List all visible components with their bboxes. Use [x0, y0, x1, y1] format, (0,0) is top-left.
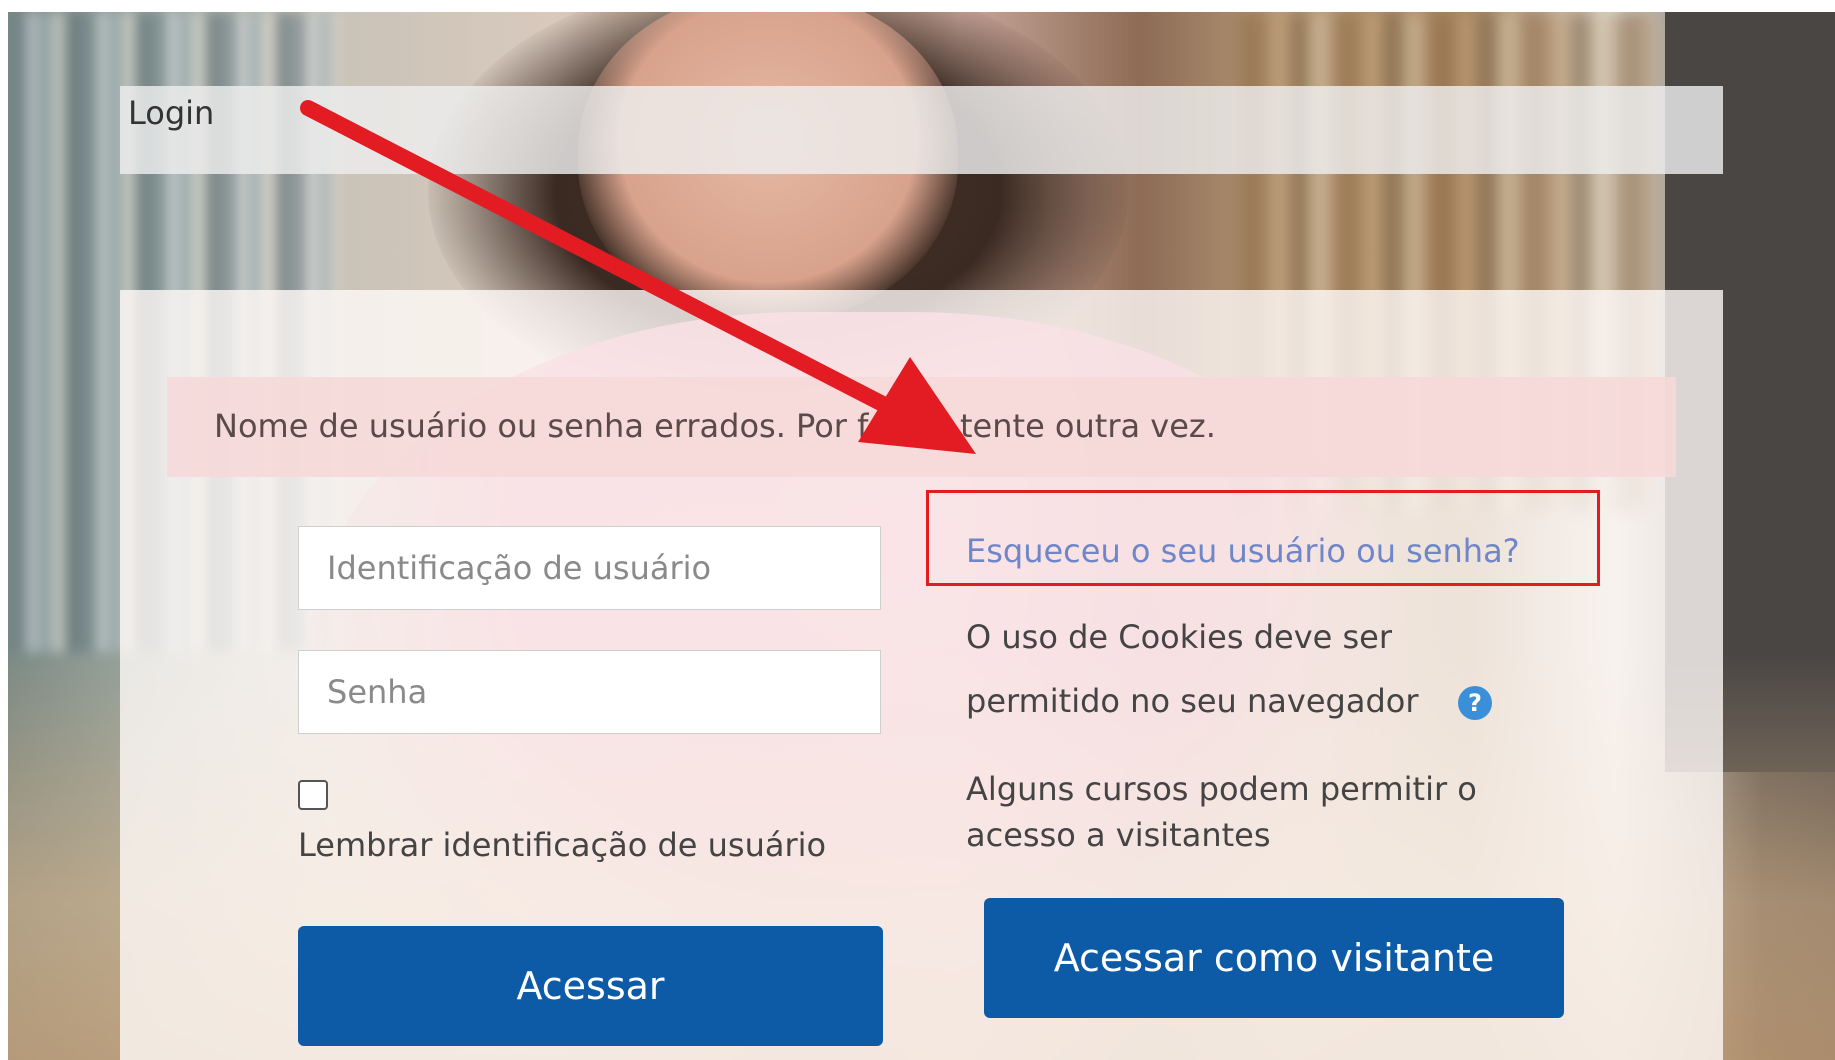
page-title: Login [128, 94, 215, 132]
screenshot-frame: Login Nome de usuário ou senha errados. … [8, 12, 1835, 1060]
cookies-notice-line2: permitido no seu navegador [966, 682, 1419, 720]
page-header: Login [120, 86, 1723, 174]
username-input[interactable] [298, 526, 881, 610]
login-card: Nome de usuário ou senha errados. Por fa… [120, 290, 1723, 1060]
login-button[interactable]: Acessar [298, 926, 883, 1046]
remember-username-label: Lembrar identificação de usuário [298, 826, 827, 864]
cookies-notice-line1: O uso de Cookies deve ser [966, 618, 1392, 656]
remember-username-checkbox[interactable] [298, 780, 328, 810]
guest-login-button-label: Acessar como visitante [1053, 936, 1495, 980]
guest-notice-line1: Alguns cursos podem permitir o [966, 770, 1477, 808]
login-button-label: Acessar [516, 964, 665, 1008]
error-alert: Nome de usuário ou senha errados. Por fa… [167, 377, 1676, 477]
question-circle-icon[interactable]: ? [1458, 686, 1492, 720]
password-input[interactable] [298, 650, 881, 734]
error-message: Nome de usuário ou senha errados. Por fa… [214, 407, 1216, 445]
forgot-password-link[interactable]: Esqueceu o seu usuário ou senha? [966, 532, 1520, 570]
guest-login-button[interactable]: Acessar como visitante [984, 898, 1564, 1018]
guest-notice-line2: acesso a visitantes [966, 816, 1271, 854]
